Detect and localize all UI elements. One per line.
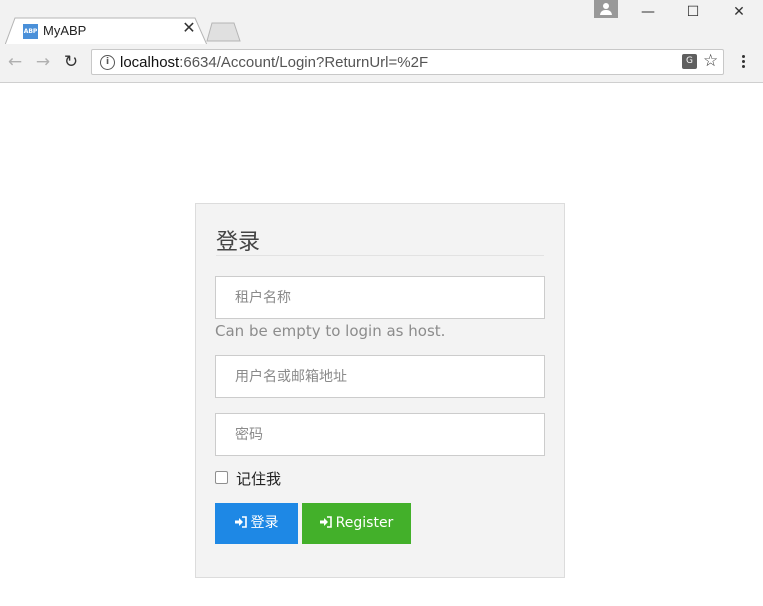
sign-in-icon — [234, 516, 247, 528]
maximize-icon[interactable]: ☐ — [671, 0, 715, 26]
title-divider — [216, 255, 544, 256]
remember-me-checkbox[interactable] — [215, 471, 228, 484]
url-path: :6634/Account/Login?ReturnUrl=%2F — [179, 54, 429, 71]
tenant-help-text: Can be empty to login as host. — [215, 322, 446, 340]
sign-in-icon — [319, 516, 332, 528]
remember-me-label[interactable]: 记住我 — [236, 468, 281, 489]
tab-title: MyABP — [43, 23, 87, 38]
back-arrow-icon[interactable]: ← — [5, 52, 25, 72]
login-button-label: 登录 — [250, 515, 279, 531]
browser-title-bar: ABP MyABP ✕ — ☐ ✕ — [0, 0, 763, 45]
login-title: 登录 — [216, 230, 261, 255]
profile-icon[interactable] — [594, 0, 618, 18]
new-tab-button[interactable] — [206, 22, 242, 42]
browser-tab[interactable]: ABP MyABP ✕ — [5, 17, 208, 45]
reload-icon[interactable]: ↻ — [61, 52, 81, 72]
register-button-label: Register — [335, 515, 394, 531]
browser-toolbar: ← → ↻ i localhost:6634/Account/Login?Ret… — [0, 44, 763, 83]
password-input[interactable] — [215, 413, 545, 456]
tenant-name-input[interactable] — [215, 276, 545, 319]
url-text[interactable]: localhost:6634/Account/Login?ReturnUrl=%… — [120, 54, 428, 71]
url-host: localhost — [120, 54, 180, 71]
address-bar[interactable]: i localhost:6634/Account/Login?ReturnUrl… — [91, 49, 724, 75]
bookmark-star-icon[interactable]: ☆ — [703, 51, 718, 71]
login-button[interactable]: 登录 — [215, 503, 298, 544]
abp-favicon-icon: ABP — [23, 24, 38, 39]
minimize-icon[interactable]: — — [626, 0, 670, 26]
translate-icon[interactable]: G — [682, 54, 697, 69]
info-icon[interactable]: i — [100, 55, 115, 70]
close-icon[interactable]: ✕ — [181, 20, 197, 38]
register-button[interactable]: Register — [302, 503, 411, 544]
login-panel: 登录 Can be empty to login as host. 记住我 登录… — [195, 203, 565, 578]
window-close-icon[interactable]: ✕ — [717, 0, 761, 26]
browser-menu-icon[interactable] — [738, 53, 748, 73]
forward-arrow-icon[interactable]: → — [33, 52, 53, 72]
username-input[interactable] — [215, 355, 545, 398]
